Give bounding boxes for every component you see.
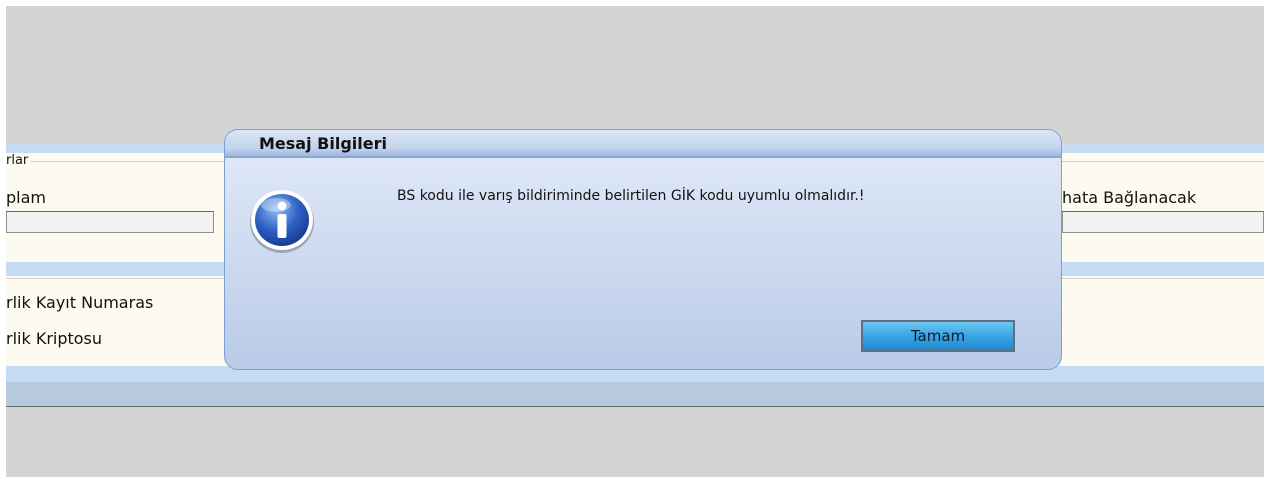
binding-label: hata Bağlanacak (1062, 188, 1197, 207)
registration-number-label: rlik Kayıt Numaras (6, 293, 154, 312)
ok-button[interactable]: Tamam (861, 320, 1015, 352)
total-input[interactable] (6, 211, 214, 233)
total-label: plam (6, 188, 46, 207)
message-dialog: Mesaj Bilgileri BS kodu ile varış bildir… (224, 129, 1062, 370)
dialog-title: Mesaj Bilgileri (259, 134, 387, 153)
info-icon (250, 190, 314, 253)
status-bar (6, 382, 1264, 407)
binding-input[interactable] (1062, 211, 1264, 233)
ok-button-label: Tamam (910, 327, 966, 345)
cryptogram-label: rlik Kriptosu (6, 329, 103, 348)
dialog-message: BS kodu ile varış bildiriminde belirtile… (397, 188, 865, 204)
dialog-titlebar[interactable]: Mesaj Bilgileri (225, 130, 1061, 158)
fieldset-legend: rlar (6, 153, 32, 168)
